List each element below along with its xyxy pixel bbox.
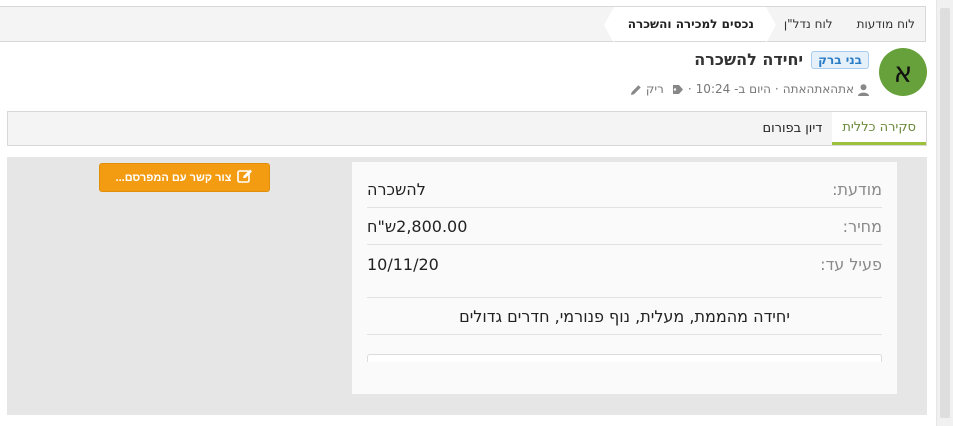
edit-tags-icon[interactable] bbox=[630, 82, 642, 96]
thread-prefix-badge[interactable]: בני ברק bbox=[811, 50, 869, 69]
breadcrumb-item-current[interactable]: נכסים למכירה והשכרה bbox=[603, 7, 777, 43]
author-link[interactable]: אתהאתהאתה bbox=[783, 82, 854, 96]
page-title: יחידה להשכרה bbox=[694, 50, 804, 69]
gallery-box bbox=[367, 354, 882, 362]
field-value: 10/11/20 bbox=[367, 255, 439, 274]
avatar-letter: א bbox=[893, 55, 913, 89]
field-label: פעיל עד: bbox=[820, 255, 882, 274]
edit-icon bbox=[237, 169, 253, 186]
field-row-price: מחיר: 2,800.00ש"ח bbox=[367, 208, 882, 245]
field-label: מודעת: bbox=[832, 179, 882, 199]
field-row-ad-type: מודעת: להשכרה bbox=[367, 171, 882, 208]
breadcrumb: לוח מודעות לוח נדל"ן נכסים למכירה והשכרה bbox=[0, 6, 926, 43]
breadcrumb-item-realestate[interactable]: לוח נדל"ן bbox=[772, 7, 845, 41]
tags-icon bbox=[668, 82, 684, 96]
thread-title-row: בני ברק יחידה להשכרה bbox=[694, 50, 869, 69]
listing-details-card: מודעת: להשכרה מחיר: 2,800.00ש"ח פעיל עד:… bbox=[352, 162, 897, 394]
scrollbar-thumb[interactable] bbox=[940, 8, 950, 418]
meta-separator: · bbox=[774, 82, 779, 96]
contact-advertiser-label: צור קשר עם המפרסם... bbox=[115, 171, 232, 184]
tab-overview[interactable]: סקירה כללית bbox=[832, 112, 926, 145]
user-icon bbox=[858, 82, 869, 96]
field-row-active-until: פעיל עד: 10/11/20 bbox=[367, 246, 882, 283]
tags-value: ריק bbox=[645, 82, 664, 96]
avatar[interactable]: א bbox=[879, 48, 927, 96]
thread-meta: אתהאתהאתה · היום ב- 10:24 · ריק bbox=[630, 82, 869, 96]
listing-description: יחידה מהממת, מעלית, נוף פנורמי, חדרים גד… bbox=[367, 297, 882, 335]
tab-forum-discussion[interactable]: דיון בפורום bbox=[752, 112, 832, 145]
meta-separator: · bbox=[687, 82, 692, 96]
field-value: 2,800.00ש"ח bbox=[367, 216, 468, 236]
field-label: מחיר: bbox=[842, 216, 882, 236]
contact-advertiser-button[interactable]: צור קשר עם המפרסם... bbox=[99, 163, 270, 192]
scrollbar-track[interactable] bbox=[936, 0, 953, 426]
field-value: להשכרה bbox=[367, 179, 426, 199]
breadcrumb-item-board[interactable]: לוח מודעות bbox=[845, 7, 925, 41]
post-time: היום ב- 10:24 bbox=[695, 82, 771, 96]
tabs-bar: סקירה כללית דיון בפורום bbox=[7, 111, 927, 146]
